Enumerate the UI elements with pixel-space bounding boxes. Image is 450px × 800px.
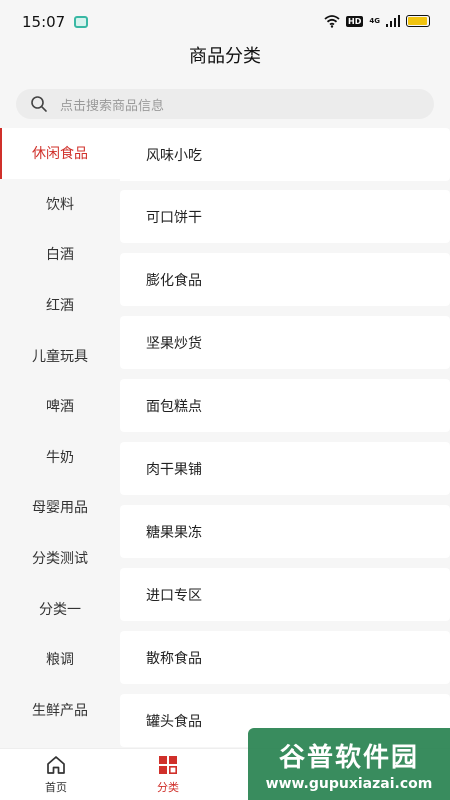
category-row[interactable]: 风味小吃: [120, 128, 450, 181]
sidebar-item[interactable]: 生鲜产品: [0, 685, 120, 736]
sidebar-item[interactable]: 饮料: [0, 179, 120, 230]
sidebar-item[interactable]: 母婴用品: [0, 482, 120, 533]
tab-category-label: 分类: [157, 781, 179, 794]
tab-category[interactable]: 分类: [112, 749, 224, 800]
sidebar-item[interactable]: 牛奶: [0, 432, 120, 483]
status-indicators: HD 4G: [324, 14, 430, 28]
hd-badge: HD: [346, 15, 364, 27]
category-row[interactable]: 可口饼干: [120, 190, 450, 243]
watermark: 谷普软件园 www.gupuxiazai.com: [248, 728, 450, 800]
search-input[interactable]: 点击搜索商品信息: [16, 89, 434, 119]
sidebar-item[interactable]: 白酒: [0, 229, 120, 280]
sidebar-item[interactable]: 啤酒: [0, 381, 120, 432]
home-icon: [47, 756, 65, 774]
sidebar-item[interactable]: 分类一: [0, 583, 120, 634]
subcategory-list: 风味小吃 可口饼干 膨化食品 坚果炒货 面包糕点 肉干果铺 糖果果冻 进口专区 散称食品 罐头食品: [120, 128, 450, 748]
category-row[interactable]: 散称食品: [120, 631, 450, 684]
sidebar-item[interactable]: 分类测试: [0, 533, 120, 584]
sidebar-item[interactable]: 儿童玩具: [0, 330, 120, 381]
wifi-icon: [324, 15, 340, 28]
category-row[interactable]: 膨化食品: [120, 253, 450, 306]
app-notification-icon: [74, 16, 88, 28]
category-row[interactable]: 面包糕点: [120, 379, 450, 432]
tab-home-label: 首页: [45, 781, 67, 794]
battery-icon: [406, 15, 430, 27]
sidebar-item[interactable]: 休闲食品: [0, 128, 120, 179]
page-title: 商品分类: [189, 46, 261, 67]
tab-home[interactable]: 首页: [0, 749, 112, 800]
header: 商品分类: [0, 44, 450, 80]
status-bar: 15:07 HD 4G: [0, 0, 450, 44]
search-placeholder: 点击搜索商品信息: [60, 98, 165, 114]
category-row[interactable]: 糖果果冻: [120, 505, 450, 558]
network-type: 4G: [369, 17, 380, 25]
category-row[interactable]: 进口专区: [120, 568, 450, 621]
category-icon: [159, 756, 178, 775]
signal-icon: [386, 15, 400, 27]
category-row[interactable]: 肉干果铺: [120, 442, 450, 495]
search-icon: [31, 96, 47, 112]
search-bar: 点击搜索商品信息: [0, 80, 450, 128]
category-sidebar: 休闲食品 饮料 白酒 红酒 儿童玩具 啤酒 牛奶 母婴用品 分类测试 分类一 粮调 生鲜产品: [0, 128, 120, 748]
watermark-title: 谷普软件园: [278, 742, 419, 773]
sidebar-item[interactable]: 粮调: [0, 634, 120, 685]
status-time: 15:07: [22, 13, 66, 31]
sidebar-item[interactable]: 红酒: [0, 280, 120, 331]
watermark-url: www.gupuxiazai.com: [265, 775, 433, 792]
category-row[interactable]: 坚果炒货: [120, 316, 450, 369]
